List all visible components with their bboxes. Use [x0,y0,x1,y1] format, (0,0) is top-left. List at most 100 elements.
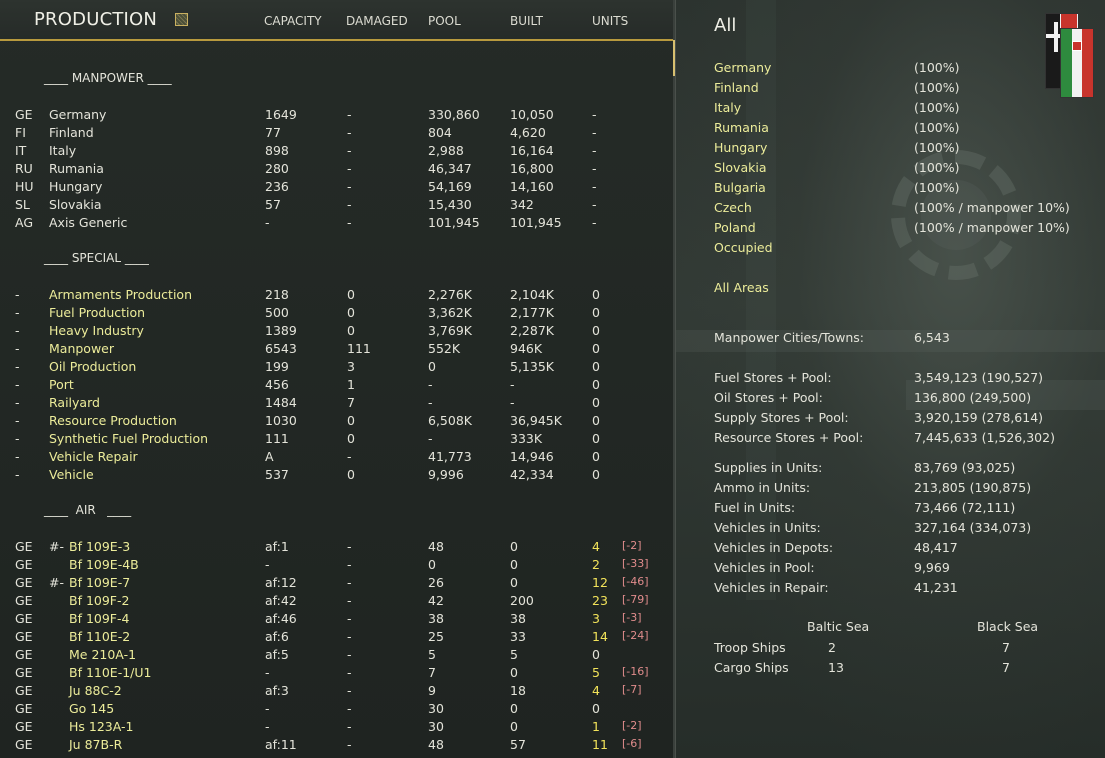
row-units: - [592,197,597,212]
row-name[interactable]: Ju 88C-2 [69,683,122,698]
column-pool[interactable]: POOL [428,14,461,28]
table-row[interactable]: GE #- Bf 109E-3 af:1 - 48 0 4 [-2] [0,539,673,557]
table-row[interactable]: GE Bf 109F-4 af:46 - 38 38 3 [-3] [0,611,673,629]
row-built: 10,050 [510,107,554,122]
row-name[interactable]: Synthetic Fuel Production [49,431,208,446]
row-units: - [592,107,597,122]
row-shortfall: [-46] [622,575,649,588]
table-row[interactable]: IT Italy 898 - 2,988 16,164 - [0,143,673,161]
row-name[interactable]: Bf 110E-1/U1 [69,665,151,680]
row-pool: - [428,431,433,446]
row-code: GE [15,575,33,590]
table-row[interactable]: - Vehicle 537 0 9,996 42,334 0 [0,467,673,485]
row-built: 36,945K [510,413,562,428]
summary-label[interactable]: Slovakia [714,160,766,175]
row-name[interactable]: Hs 123A-1 [69,719,133,734]
row-name[interactable]: Go 145 [69,701,114,716]
row-code: GE [15,611,33,626]
table-row[interactable]: GE Ju 88C-2 af:3 - 9 18 4 [-7] [0,683,673,701]
table-row[interactable]: - Heavy Industry 1389 0 3,769K 2,287K 0 [0,323,673,341]
ship-label: Cargo Ships [714,660,789,675]
row-name: Hungary [49,179,103,194]
summary-label[interactable]: Poland [714,220,756,235]
table-row[interactable]: - Fuel Production 500 0 3,362K 2,177K 0 [0,305,673,323]
row-built: 2,104K [510,287,554,302]
summary-label[interactable]: Italy [714,100,741,115]
summary-label[interactable]: Czech [714,200,752,215]
summary-label: Supplies in Units: [714,460,823,475]
row-name[interactable]: Railyard [49,395,100,410]
table-row[interactable]: - Port 456 1 - - 0 [0,377,673,395]
row-name[interactable]: Bf 109F-2 [69,593,129,608]
summary-label[interactable]: Finland [714,80,759,95]
row-shortfall: [-2] [622,719,642,732]
summary-label[interactable]: Germany [714,60,771,75]
table-row[interactable]: GE Ju 87B-R af:11 - 48 57 11 [-6] [0,737,673,755]
table-row[interactable]: HU Hungary 236 - 54,169 14,160 - [0,179,673,197]
row-units: 0 [592,305,600,320]
table-row[interactable]: - Synthetic Fuel Production 111 0 - 333K 0 [0,431,673,449]
italian-flag-icon[interactable] [1060,28,1094,98]
column-units[interactable]: UNITS [592,14,628,28]
row-mark: #- [49,575,64,590]
row-name[interactable]: Heavy Industry [49,323,144,338]
ship-label: Troop Ships [714,640,786,655]
table-row[interactable]: GE Me 210A-1 af:5 - 5 5 0 [0,647,673,665]
row-units: 0 [592,341,600,356]
row-code: GE [15,683,33,698]
table-row[interactable]: AG Axis Generic - - 101,945 101,945 - [0,215,673,233]
all-areas-link[interactable]: All Areas [714,280,769,295]
row-name[interactable]: Ju 87B-R [69,737,122,752]
table-row[interactable]: GE Bf 110E-2 af:6 - 25 33 14 [-24] [0,629,673,647]
table-row[interactable]: RU Rumania 280 - 46,347 16,800 - [0,161,673,179]
row-built: 5,135K [510,359,554,374]
row-name[interactable]: Fuel Production [49,305,145,320]
row-name[interactable]: Bf 109E-7 [69,575,130,590]
row-name[interactable]: Armaments Production [49,287,192,302]
table-row[interactable]: GE Hs 123A-1 - - 30 0 1 [-2] [0,719,673,737]
row-name[interactable]: Port [49,377,74,392]
row-units: - [592,215,597,230]
summary-label[interactable]: Rumania [714,120,769,135]
row-damaged: - [347,215,352,230]
row-name[interactable]: Me 210A-1 [69,647,136,662]
table-row[interactable]: - Oil Production 199 3 0 5,135K 0 [0,359,673,377]
row-code: FI [15,125,26,140]
row-name[interactable]: Bf 109E-4B [69,557,139,572]
row-name[interactable]: Bf 109F-4 [69,611,129,626]
ship-baltic: 13 [828,660,844,675]
table-row[interactable]: GE Go 145 - - 30 0 0 [0,701,673,719]
row-built: 200 [510,593,534,608]
table-row[interactable]: FI Finland 77 - 804 4,620 - [0,125,673,143]
row-name[interactable]: Vehicle [49,467,94,482]
manpower-cities-label: Manpower Cities/Towns: [714,330,864,345]
table-row[interactable]: GE Bf 109E-4B - - 0 0 2 [-33] [0,557,673,575]
summary-label[interactable]: Occupied [714,240,773,255]
table-row[interactable]: GE Bf 110E-1/U1 - - 7 0 5 [-16] [0,665,673,683]
row-code: GE [15,665,33,680]
table-row[interactable]: - Resource Production 1030 0 6,508K 36,945K 0 [0,413,673,431]
table-row[interactable]: GE Germany 1649 - 330,860 10,050 - [0,107,673,125]
row-name[interactable]: Vehicle Repair [49,449,138,464]
table-row[interactable]: SL Slovakia 57 - 15,430 342 - [0,197,673,215]
table-row[interactable]: - Vehicle Repair A - 41,773 14,946 0 [0,449,673,467]
table-row[interactable]: - Armaments Production 218 0 2,276K 2,104K 0 [0,287,673,305]
table-row[interactable]: GE Bf 109F-2 af:42 - 42 200 23 [-79] [0,593,673,611]
row-name[interactable]: Resource Production [49,413,177,428]
row-name[interactable]: Bf 110E-2 [69,629,130,644]
row-name[interactable]: Manpower [49,341,114,356]
summary-label[interactable]: Hungary [714,140,767,155]
options-icon[interactable] [175,13,188,26]
table-row[interactable]: GE #- Bf 109E-7 af:12 - 26 0 12 [-46] [0,575,673,593]
table-row[interactable]: - Manpower 6543 111 552K 946K 0 [0,341,673,359]
column-capacity[interactable]: CAPACITY [264,14,322,28]
row-built: 0 [510,539,518,554]
row-name[interactable]: Bf 109E-3 [69,539,130,554]
table-row[interactable]: - Railyard 1484 7 - - 0 [0,395,673,413]
row-units: 0 [592,359,600,374]
summary-label[interactable]: Bulgaria [714,180,766,195]
column-built[interactable]: BUILT [510,14,543,28]
row-name[interactable]: Oil Production [49,359,136,374]
column-damaged[interactable]: DAMAGED [346,14,408,28]
row-units: 12 [592,575,608,590]
